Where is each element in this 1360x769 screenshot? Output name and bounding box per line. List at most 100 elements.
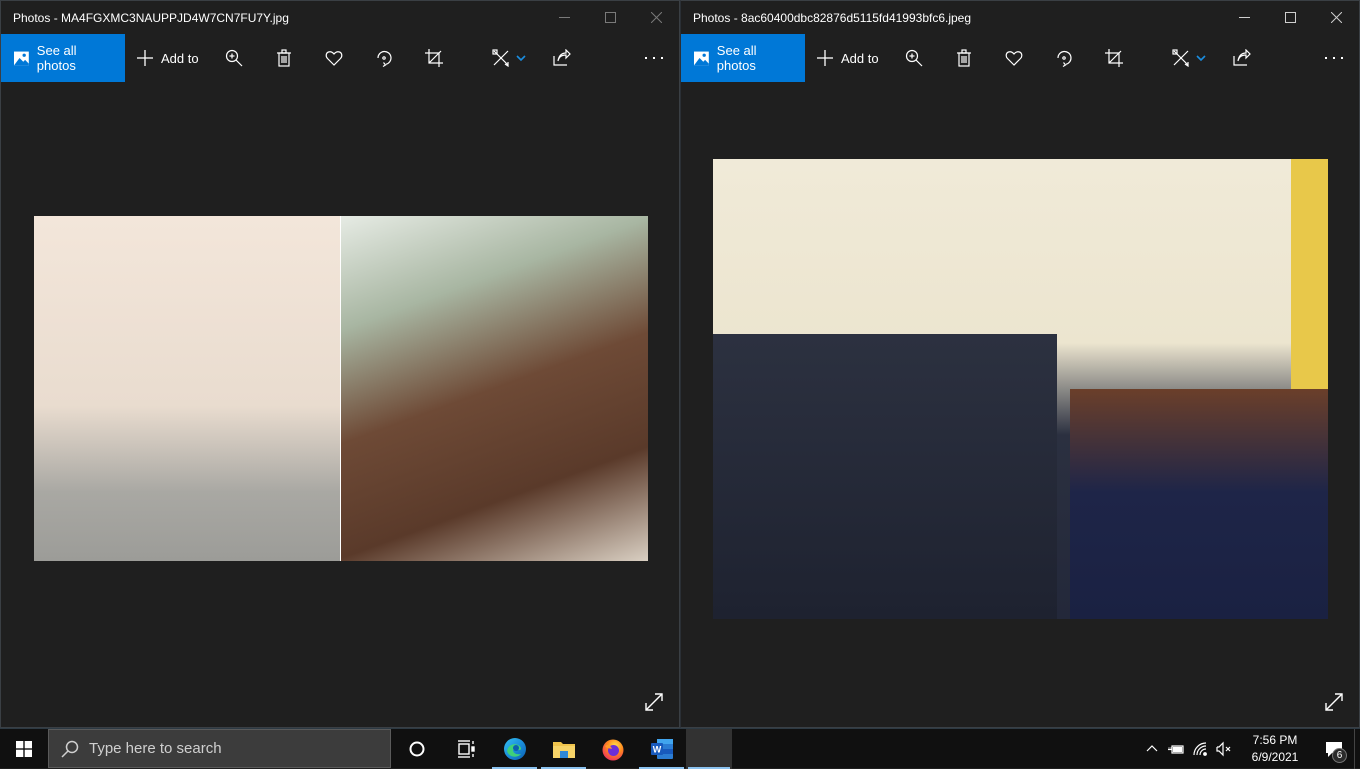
firefox-icon	[602, 739, 623, 760]
plus-icon	[137, 50, 153, 66]
photos-window-right: Photos - 8ac60400dbc82876d5115fd41993bfc…	[680, 0, 1360, 728]
full-screen-button[interactable]	[1323, 691, 1345, 713]
battery-charging-icon	[1168, 744, 1184, 754]
add-to-button[interactable]: Add to	[137, 50, 209, 66]
clock-time: 7:56 PM	[1252, 732, 1298, 747]
favorite-button[interactable]	[989, 34, 1039, 82]
window-title: Photos - MA4FGXMC3NAUPPJD4W7CN7FU7Y.jpg	[13, 10, 289, 25]
maximize-icon	[604, 12, 616, 23]
photo-description: Side-by-side photo composite of two peop…	[34, 554, 648, 555]
taskbar-app-edge[interactable]	[490, 729, 539, 769]
windows-logo-icon	[16, 740, 32, 757]
minimize-button[interactable]	[541, 1, 587, 34]
photo-pane-left	[34, 216, 340, 561]
rotate-button[interactable]	[359, 34, 409, 82]
show-desktop-button[interactable]	[1354, 728, 1360, 769]
clock-button[interactable]: 7:56 PM 6/9/2021	[1236, 732, 1314, 766]
title-bar[interactable]: Photos - MA4FGXMC3NAUPPJD4W7CN7FU7Y.jpg	[1, 1, 679, 34]
task-view-button[interactable]	[441, 729, 490, 769]
taskbar-app-word[interactable]: W	[637, 729, 686, 769]
photo-image[interactable]: Side-by-side photo composite of two peop…	[34, 216, 648, 561]
maximize-button[interactable]	[587, 1, 633, 34]
action-center-button[interactable]: 6	[1314, 729, 1354, 769]
chevron-down-icon	[516, 49, 526, 67]
task-view-icon	[457, 739, 475, 758]
chevron-up-icon	[1146, 744, 1158, 751]
close-button[interactable]	[633, 1, 679, 34]
crop-button[interactable]	[409, 34, 459, 82]
show-hidden-icons-button[interactable]	[1140, 729, 1164, 769]
zoom-in-button[interactable]	[889, 34, 939, 82]
more-dot-icon	[645, 57, 647, 59]
share-button[interactable]	[1217, 34, 1267, 82]
crop-button[interactable]	[1089, 34, 1139, 82]
maximize-button[interactable]	[1267, 1, 1313, 34]
close-button[interactable]	[1313, 1, 1359, 34]
start-button[interactable]	[0, 729, 48, 769]
edit-create-button[interactable]	[481, 49, 537, 67]
taskbar-app-firefox[interactable]	[588, 729, 637, 769]
photo-canvas[interactable]: Side-by-side photo composite of two peop…	[1, 82, 679, 727]
edit-create-icon	[1172, 49, 1189, 67]
battery-button[interactable]	[1164, 729, 1188, 769]
more-dot-icon	[1341, 57, 1343, 59]
edit-create-button[interactable]	[1161, 49, 1217, 67]
folder-icon	[552, 741, 575, 758]
minimize-button[interactable]	[1221, 1, 1267, 34]
see-all-photos-label: See all photos	[716, 43, 757, 73]
wifi-icon	[1193, 741, 1207, 756]
zoom-in-icon	[905, 49, 923, 67]
see-all-photos-label: See all photos	[36, 43, 77, 73]
photo-canvas[interactable]: Photo of two people standing in a formal…	[681, 82, 1359, 727]
photo-subject-region-left	[713, 333, 1058, 619]
photo-pane-right	[341, 216, 648, 561]
see-all-photos-button[interactable]: See all photos	[681, 34, 805, 82]
taskbar-app-file-explorer[interactable]	[539, 729, 588, 769]
share-icon	[553, 49, 571, 66]
crop-icon	[425, 49, 443, 67]
more-options-button[interactable]	[629, 34, 679, 82]
image-icon	[694, 51, 709, 65]
zoom-in-button[interactable]	[209, 34, 259, 82]
close-icon	[650, 12, 662, 23]
photo-description: Photo of two people standing in a formal…	[713, 612, 1328, 613]
rotate-icon	[1057, 50, 1072, 67]
share-button[interactable]	[537, 34, 587, 82]
photos-toolbar: See all photos Add to	[1, 34, 679, 82]
delete-button[interactable]	[939, 34, 989, 82]
volume-muted-icon	[1216, 741, 1231, 756]
network-button[interactable]	[1188, 729, 1212, 769]
edit-create-icon	[492, 49, 509, 67]
photos-toolbar: See all photos Add to	[681, 34, 1359, 82]
crop-icon	[1105, 49, 1123, 67]
add-to-label: Add to	[161, 50, 199, 66]
svg-text:W: W	[652, 744, 661, 754]
taskbar: Type here to search W 7:56 PM 6/9/2021 6	[0, 728, 1360, 769]
add-to-button[interactable]: Add to	[817, 50, 889, 66]
rotate-button[interactable]	[1039, 34, 1089, 82]
more-options-button[interactable]	[1309, 34, 1359, 82]
favorite-button[interactable]	[309, 34, 359, 82]
system-tray: 7:56 PM 6/9/2021 6	[1140, 728, 1360, 769]
title-bar[interactable]: Photos - 8ac60400dbc82876d5115fd41993bfc…	[681, 1, 1359, 34]
minimize-icon	[1238, 17, 1250, 18]
zoom-in-icon	[225, 49, 243, 67]
plus-icon	[817, 50, 833, 66]
taskbar-search-box[interactable]: Type here to search	[48, 729, 391, 768]
search-placeholder: Type here to search	[89, 740, 222, 757]
photo-image[interactable]: Photo of two people standing in a formal…	[713, 159, 1328, 619]
taskbar-app-photos[interactable]	[686, 728, 732, 769]
trash-icon	[277, 49, 291, 67]
photo-background-region	[1291, 159, 1328, 389]
cortana-button[interactable]	[392, 729, 441, 769]
more-dot-icon	[1325, 57, 1327, 59]
volume-button[interactable]	[1212, 729, 1236, 769]
word-icon: W	[650, 738, 673, 759]
delete-button[interactable]	[259, 34, 309, 82]
minimize-icon	[558, 17, 570, 18]
photo-subject-region-right	[1069, 389, 1328, 619]
see-all-photos-button[interactable]: See all photos	[1, 34, 125, 82]
full-screen-button[interactable]	[643, 691, 665, 713]
more-dot-icon	[1333, 57, 1335, 59]
more-dot-icon	[661, 57, 663, 59]
